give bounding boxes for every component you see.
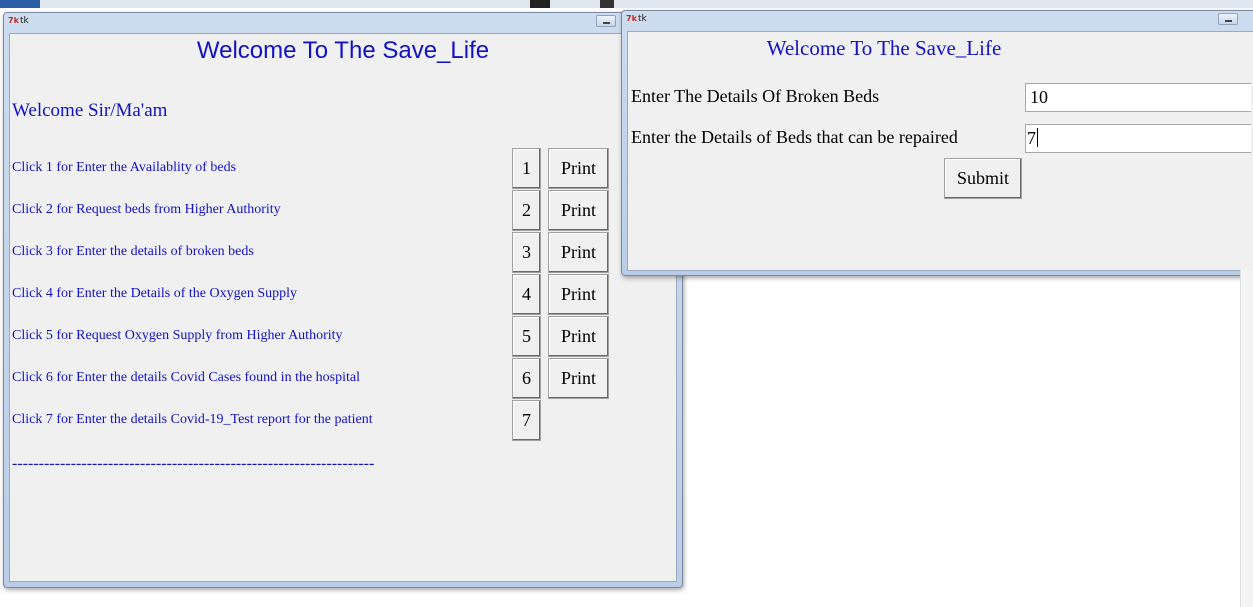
- window-title: tk: [20, 16, 29, 26]
- print-3-button[interactable]: Print: [548, 232, 609, 273]
- window-title: tk: [638, 14, 647, 24]
- option-label-6: Click 6 for Enter the details Covid Case…: [12, 370, 360, 385]
- print-2-button[interactable]: Print: [548, 190, 609, 231]
- option-label-7: Click 7 for Enter the details Covid-19_T…: [12, 412, 373, 427]
- background-window-fragment: [530, 0, 550, 8]
- print-4-button[interactable]: Print: [548, 274, 609, 315]
- main-window-titlebar[interactable]: 7k tk: [4, 13, 682, 33]
- option-6-button[interactable]: 6: [512, 358, 541, 399]
- minimize-button[interactable]: [596, 15, 616, 27]
- page-title: Welcome To The Save_Life: [196, 37, 490, 64]
- repairable-beds-label: Enter the Details of Beds that can be re…: [631, 127, 958, 147]
- option-5-button[interactable]: 5: [512, 316, 541, 357]
- text-caret: [1037, 128, 1038, 147]
- option-label-2: Click 2 for Request beds from Higher Aut…: [12, 202, 281, 217]
- broken-beds-value: 10: [1030, 87, 1048, 107]
- main-window-client: Welcome To The Save_Life Welcome Sir/Ma'…: [9, 33, 677, 582]
- option-1-button[interactable]: 1: [512, 148, 541, 189]
- option-label-1: Click 1 for Enter the Availablity of bed…: [12, 160, 237, 175]
- background-window-fragment: [0, 0, 40, 8]
- option-7-button[interactable]: 7: [512, 400, 541, 441]
- background-desktop-strip: [0, 0, 1253, 8]
- tk-feather-icon: 7k: [8, 16, 19, 25]
- main-window: 7k tk Welcome To The Save_Life Welcome S…: [3, 12, 683, 588]
- option-label-5: Click 5 for Request Oxygen Supply from H…: [12, 328, 343, 343]
- greeting-label: Welcome Sir/Ma'am: [12, 100, 168, 121]
- option-label-4: Click 4 for Enter the Details of the Oxy…: [12, 286, 297, 301]
- background-scrollbar: [1240, 270, 1253, 607]
- option-label-3: Click 3 for Enter the details of broken …: [12, 244, 254, 259]
- print-6-button[interactable]: Print: [548, 358, 609, 399]
- print-5-button[interactable]: Print: [548, 316, 609, 357]
- background-window-fragment: [600, 0, 614, 8]
- separator-line: ----------------------------------------…: [12, 455, 375, 472]
- option-2-button[interactable]: 2: [512, 190, 541, 231]
- broken-beds-input[interactable]: 10: [1025, 83, 1251, 112]
- submit-button[interactable]: Submit: [944, 158, 1022, 199]
- print-1-button[interactable]: Print: [548, 148, 609, 189]
- repairable-beds-input[interactable]: 7: [1025, 124, 1251, 153]
- minimize-button[interactable]: [1218, 13, 1238, 25]
- broken-beds-label: Enter The Details Of Broken Beds: [631, 86, 880, 106]
- repairable-beds-value: 7: [1027, 128, 1036, 148]
- option-4-button[interactable]: 4: [512, 274, 541, 315]
- option-3-button[interactable]: 3: [512, 232, 541, 273]
- page-title: Welcome To The Save_Life: [766, 36, 1002, 60]
- tk-feather-icon: 7k: [626, 14, 637, 23]
- detail-window-titlebar[interactable]: 7k tk: [622, 11, 1253, 31]
- detail-window: 7k tk Welcome To The Save_Life Enter The…: [621, 10, 1253, 276]
- detail-window-client: Welcome To The Save_Life Enter The Detai…: [627, 31, 1253, 271]
